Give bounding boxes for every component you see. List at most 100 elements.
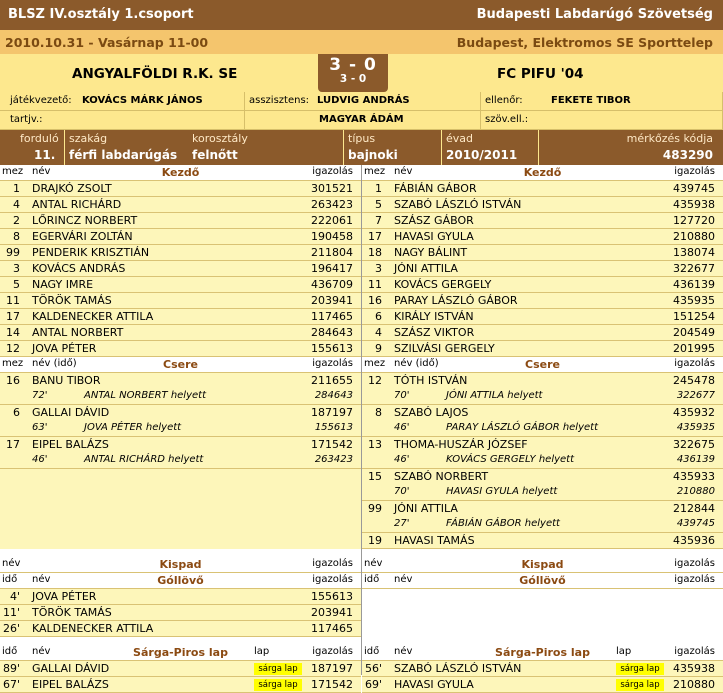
scorer-id: 117465 <box>311 622 353 635</box>
goals-title: Góllövő <box>157 574 204 587</box>
shirt-number: 4 <box>13 198 20 211</box>
home-subs-header: mez név (idő) Csere igazolás <box>0 357 361 373</box>
replaced-player: KOVÁCS GERGELY helyett <box>446 454 575 465</box>
round-value: 11. <box>34 148 56 162</box>
player-name: SZÁSZ GÁBOR <box>394 214 474 227</box>
player-name: SZABÓ LÁSZLÓ ISTVÁN <box>394 198 522 211</box>
away-column: mez név Kezdő igazolás 1 FÁBIÁN GÁBOR 439745 5 S… <box>362 165 723 693</box>
carded-player: HAVASI GYULA <box>394 678 474 691</box>
shirt-number: 19 <box>368 534 382 547</box>
player-name: ANTAL NORBERT <box>32 326 124 339</box>
player-row: 8 EGERVÁRI ZOLTÁN 190458 <box>0 229 361 245</box>
carded-player: GALLAI DÁVID <box>32 662 110 675</box>
goal-minute: 4' <box>9 590 20 603</box>
teams-bar: ANGYALFÖLDI R.K. SE 3 - 0 3 - 0 FC PIFU … <box>0 54 723 92</box>
player-id: 435938 <box>673 198 715 211</box>
sub-detail-row: 70' HAVASI GYULA helyett 210880 <box>362 485 723 501</box>
player-row: 11 KOVÁCS GERGELY 436139 <box>362 277 723 293</box>
card-minute: 56' <box>364 662 382 675</box>
sub-detail-row: 46' PARAY LÁSZLÓ GÁBOR helyett 435935 <box>362 421 723 437</box>
replaced-player: HAVASI GYULA helyett <box>446 486 558 497</box>
carded-player-id: 171542 <box>311 678 353 691</box>
scorer-name: TÖRÖK TAMÁS <box>32 606 112 619</box>
match-venue: Budapest, Elektromos SE Sporttelep <box>456 35 713 50</box>
player-row: 1 FÁBIÁN GÁBOR 439745 <box>362 181 723 197</box>
reserve-cell: tartjv.: <box>0 111 245 130</box>
federation-name: Budapesti Labdarúgó Szövetség <box>476 7 713 22</box>
match-date: 2010.10.31 - Vasárnap 11-00 <box>5 35 209 50</box>
shirt-number: 12 <box>6 342 20 355</box>
replaced-player: JÓNI ATTILA helyett <box>446 390 543 401</box>
yellow-card-badge: sárga lap <box>254 663 302 675</box>
player-name: SZÁSZ VIKTOR <box>394 326 475 339</box>
player-id: 322675 <box>673 438 715 451</box>
season-value: 2010/2011 <box>446 148 518 162</box>
player-name: THOMA-HUSZÁR JÓZSEF <box>394 438 528 451</box>
player-row: 1 DRAJKÓ ZSOLT 301521 <box>0 181 361 197</box>
shirt-number: 6 <box>13 406 20 419</box>
card-minute: 69' <box>364 678 382 691</box>
scorer-name: KALDENECKER ATTILA <box>32 622 154 635</box>
branch-value: férfi labdarúgás <box>69 148 178 162</box>
player-name: KOVÁCS GERGELY <box>394 278 492 291</box>
goal-minute: 11' <box>2 606 20 619</box>
player-id: 187197 <box>311 406 353 419</box>
type-value: bajnoki <box>348 148 398 162</box>
sub-minute: 70' <box>394 486 410 497</box>
replaced-id: 155613 <box>314 422 353 433</box>
bench-title: Kispad <box>159 558 202 571</box>
shirt-number: 99 <box>368 502 382 515</box>
player-id: 203941 <box>311 294 353 307</box>
age-label: korosztály <box>192 132 248 145</box>
card-minute: 89' <box>2 662 20 675</box>
sub-row: 12 TÓTH ISTVÁN 245478 <box>362 373 723 389</box>
home-bench-header: név Kispad igazolás <box>0 557 361 573</box>
replaced-id: 435935 <box>676 422 715 433</box>
replaced-id: 436139 <box>676 454 715 465</box>
shirt-number: 11 <box>368 278 382 291</box>
inspector-name: FEKETE TIBOR <box>551 95 631 106</box>
shirt-number: 8 <box>375 406 382 419</box>
officials-panel: játékvezető: KOVÁCS MÁRK JÁNOS assziszte… <box>0 92 723 130</box>
player-row: 4 SZÁSZ VIKTOR 204549 <box>362 325 723 341</box>
sub-minute: 46' <box>394 454 410 465</box>
shirt-number: 5 <box>375 198 382 211</box>
id-header: igazolás <box>674 558 715 569</box>
replaced-id: 284643 <box>314 390 353 401</box>
yellow-card-badge: sárga lap <box>254 679 302 691</box>
player-row: 9 SZILVÁSI GERGELY 201995 <box>362 341 723 357</box>
match-info-bar: forduló 11. szakág férfi labdarúgás koro… <box>0 130 723 165</box>
sub-detail-row: 46' KOVÁCS GERGELY helyett 436139 <box>362 453 723 469</box>
player-id: 435936 <box>673 534 715 547</box>
shirt-number: 1 <box>13 182 20 195</box>
away-team: FC PIFU '04 <box>497 66 584 82</box>
shirt-number: 9 <box>375 342 382 355</box>
player-id: 301521 <box>311 182 353 195</box>
player-id: 212844 <box>673 502 715 515</box>
player-row: 3 KOVÁCS ANDRÁS 196417 <box>0 261 361 277</box>
player-name: KALDENECKER ATTILA <box>32 310 154 323</box>
player-id: 210880 <box>673 230 715 243</box>
sub-detail-row: 72' ANTAL NORBERT helyett 284643 <box>0 389 361 405</box>
subs-title: Csere <box>525 358 560 371</box>
player-id: 196417 <box>311 262 353 275</box>
player-name: LŐRINCZ NORBERT <box>32 214 138 227</box>
home-start-header: mez név Kezdő igazolás <box>0 165 361 181</box>
round-label: forduló <box>20 132 59 145</box>
yellow-card-badge: sárga lap <box>616 679 664 691</box>
player-id: 263423 <box>311 198 353 211</box>
player-row: 17 KALDENECKER ATTILA 117465 <box>0 309 361 325</box>
scorer-name: JOVA PÉTER <box>32 590 97 603</box>
shirt-number: 11 <box>6 294 20 307</box>
id-header: igazolás <box>674 358 715 369</box>
sub-row: 99 JÓNI ATTILA 212844 <box>362 501 723 517</box>
player-id: 439745 <box>673 182 715 195</box>
player-name: TÓTH ISTVÁN <box>394 374 468 387</box>
player-name: SZABÓ LAJOS <box>394 406 469 419</box>
shirt-number: 8 <box>13 230 20 243</box>
player-name: JÓNI ATTILA <box>394 262 458 275</box>
player-name: HAVASI TAMÁS <box>394 534 475 547</box>
player-row: 18 NAGY BÁLINT 138074 <box>362 245 723 261</box>
player-name: BANU TIBOR <box>32 374 101 387</box>
id-header: igazolás <box>674 574 715 585</box>
